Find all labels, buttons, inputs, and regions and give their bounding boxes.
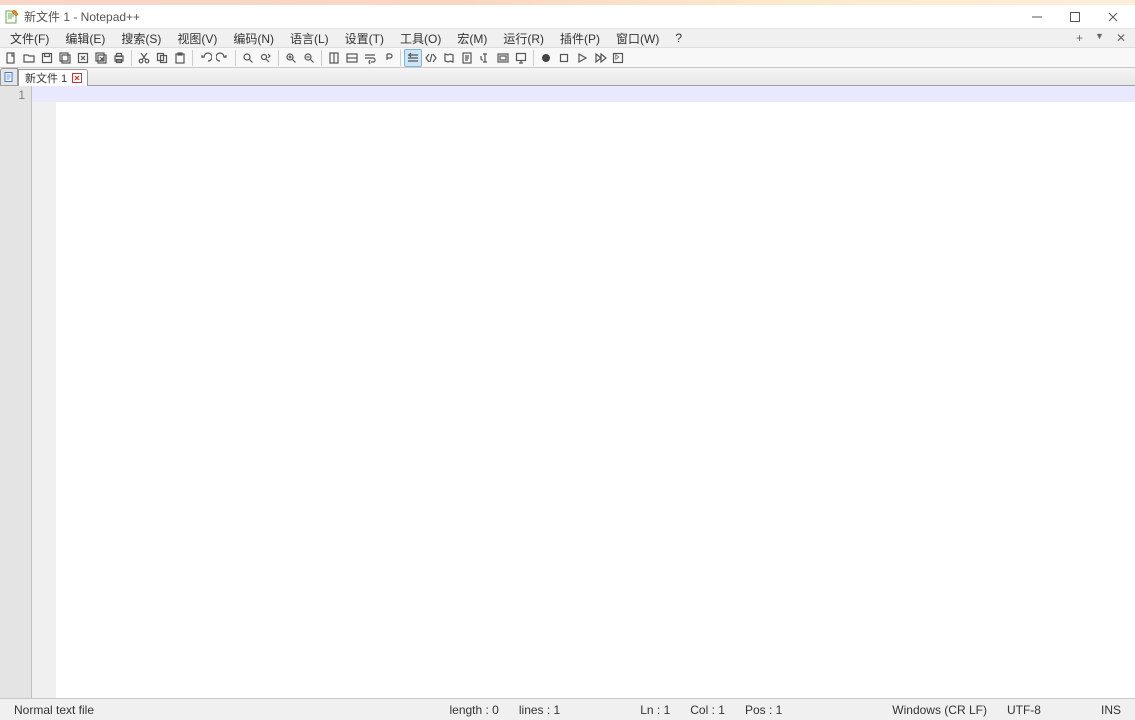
record-macro-button[interactable] [537, 49, 555, 67]
toolbar-separator [131, 50, 132, 66]
menu-help[interactable]: ? [667, 30, 690, 46]
toolbar [0, 48, 1135, 68]
print-button[interactable] [110, 49, 128, 67]
redo-button[interactable] [214, 49, 232, 67]
find-button[interactable] [239, 49, 257, 67]
save-all-button[interactable] [56, 49, 74, 67]
cut-button[interactable] [135, 49, 153, 67]
zoom-in-button[interactable] [282, 49, 300, 67]
show-all-chars-button[interactable] [379, 49, 397, 67]
titlebar: 新文件 1 - Notepad++ [0, 5, 1135, 29]
toolbar-separator [533, 50, 534, 66]
maximize-button[interactable] [1063, 7, 1087, 27]
menu-window[interactable]: 窗口(W) [608, 29, 667, 48]
toolbar-separator [235, 50, 236, 66]
menu-settings[interactable]: 设置(T) [337, 29, 392, 48]
close-file-button[interactable] [74, 49, 92, 67]
current-line-highlight [56, 86, 1135, 102]
statusbar: Normal text file length : 0 lines : 1 Ln… [0, 698, 1135, 720]
toolbar-separator [192, 50, 193, 66]
play-multi-button[interactable] [591, 49, 609, 67]
window-title: 新文件 1 - Notepad++ [24, 8, 1025, 25]
sync-h-button[interactable] [343, 49, 361, 67]
stop-macro-button[interactable] [555, 49, 573, 67]
doc-map-button[interactable] [440, 49, 458, 67]
status-lines: lines : 1 [509, 699, 570, 720]
fold-margin [32, 86, 56, 698]
tabbar: 新文件 1 [0, 68, 1135, 86]
toolbar-separator [278, 50, 279, 66]
document-tab[interactable]: 新文件 1 [18, 69, 88, 86]
close-all-button[interactable] [92, 49, 110, 67]
save-macro-button[interactable] [609, 49, 627, 67]
menu-language[interactable]: 语言(L) [282, 29, 337, 48]
status-col: Col : 1 [680, 699, 735, 720]
function-list-button[interactable] [476, 49, 494, 67]
status-insert-mode[interactable]: INS [1091, 699, 1131, 720]
status-filetype: Normal text file [4, 699, 104, 720]
tab-label: 新文件 1 [25, 70, 67, 86]
zoom-out-button[interactable] [300, 49, 318, 67]
status-ln: Ln : 1 [630, 699, 680, 720]
menu-run[interactable]: 运行(R) [495, 29, 552, 48]
status-eol[interactable]: Windows (CR LF) [882, 699, 997, 720]
menubar-plus-button[interactable]: + [1073, 31, 1086, 45]
replace-button[interactable] [257, 49, 275, 67]
menubar-right-controls: + ▼ ✕ [1073, 31, 1129, 45]
sync-v-button[interactable] [325, 49, 343, 67]
play-macro-button[interactable] [573, 49, 591, 67]
window-controls [1025, 7, 1125, 27]
close-button[interactable] [1101, 7, 1125, 27]
wrap-button[interactable] [361, 49, 379, 67]
status-length: length : 0 [439, 699, 508, 720]
menubar-dropdown-button[interactable]: ▼ [1092, 31, 1107, 45]
indent-guide-button[interactable] [404, 49, 422, 67]
copy-button[interactable] [153, 49, 171, 67]
app-icon [4, 9, 20, 25]
line-number-gutter: 1 [0, 86, 32, 698]
menu-plugins[interactable]: 插件(P) [552, 29, 608, 48]
toolbar-separator [400, 50, 401, 66]
menubar-close-button[interactable]: ✕ [1113, 31, 1129, 45]
tab-doc-icon[interactable] [0, 68, 18, 85]
tab-close-button[interactable] [71, 72, 83, 84]
text-editor[interactable] [56, 86, 1135, 698]
line-number: 1 [0, 87, 25, 103]
menu-encoding[interactable]: 编码(N) [225, 29, 282, 48]
minimize-button[interactable] [1025, 7, 1049, 27]
undo-button[interactable] [196, 49, 214, 67]
doc-list-button[interactable] [458, 49, 476, 67]
menu-tools[interactable]: 工具(O) [392, 29, 449, 48]
editor-area: 1 [0, 86, 1135, 698]
toolbar-separator [321, 50, 322, 66]
paste-button[interactable] [171, 49, 189, 67]
menu-view[interactable]: 视图(V) [169, 29, 225, 48]
open-file-button[interactable] [20, 49, 38, 67]
menubar: 文件(F) 编辑(E) 搜索(S) 视图(V) 编码(N) 语言(L) 设置(T… [0, 29, 1135, 48]
status-encoding[interactable]: UTF-8 [997, 699, 1051, 720]
monitor-button[interactable] [512, 49, 530, 67]
menu-search[interactable]: 搜索(S) [113, 29, 169, 48]
menu-edit[interactable]: 编辑(E) [57, 29, 113, 48]
menu-macro[interactable]: 宏(M) [449, 29, 495, 48]
save-button[interactable] [38, 49, 56, 67]
new-file-button[interactable] [2, 49, 20, 67]
lang-xml-button[interactable] [422, 49, 440, 67]
status-pos: Pos : 1 [735, 699, 792, 720]
folder-workspace-button[interactable] [494, 49, 512, 67]
menu-file[interactable]: 文件(F) [2, 29, 57, 48]
